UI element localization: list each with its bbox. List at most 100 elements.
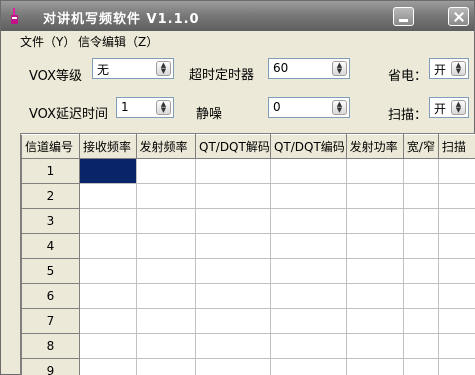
grid-cell[interactable] xyxy=(345,258,404,284)
title-bar[interactable]: 对讲机写频软件 V1.1.0 xyxy=(1,1,474,31)
col-header-tx-power[interactable]: 发射功率 xyxy=(345,134,404,159)
squelch-select[interactable]: 0 ▲ ▼ xyxy=(268,97,350,118)
menu-signaling-edit[interactable]: 信令编辑（Z） xyxy=(78,33,158,50)
grid-cell[interactable] xyxy=(345,183,404,209)
grid-cell[interactable] xyxy=(195,258,271,284)
grid-cell[interactable] xyxy=(437,258,475,284)
row-number[interactable]: 3 xyxy=(21,208,80,234)
grid-cell[interactable] xyxy=(79,183,137,209)
col-header-qt-encode[interactable]: QT/DQT编码 xyxy=(269,134,347,159)
grid-cell[interactable] xyxy=(135,208,196,234)
grid-cell[interactable] xyxy=(269,258,347,284)
grid-cell[interactable] xyxy=(79,283,137,309)
grid-cell[interactable] xyxy=(437,183,475,209)
col-header-scan[interactable]: 扫描 xyxy=(437,134,475,159)
grid-cell[interactable] xyxy=(437,283,475,309)
spin-arrows-icon[interactable]: ▲ ▼ xyxy=(332,61,347,76)
grid-cell[interactable] xyxy=(345,308,404,334)
grid-cell[interactable] xyxy=(195,308,271,334)
grid-cell[interactable] xyxy=(135,333,196,359)
grid-cell[interactable] xyxy=(402,208,439,234)
col-header-bandwidth[interactable]: 宽/窄 xyxy=(402,134,439,159)
grid-cell[interactable] xyxy=(269,333,347,359)
close-button[interactable] xyxy=(448,7,469,26)
grid-cell[interactable] xyxy=(345,358,404,375)
grid-cell[interactable] xyxy=(135,158,196,184)
grid-cell[interactable] xyxy=(402,183,439,209)
spin-arrows-icon[interactable]: ▲ ▼ xyxy=(156,100,171,115)
grid-cell[interactable] xyxy=(437,308,475,334)
row-number[interactable]: 4 xyxy=(21,233,80,259)
menu-file[interactable]: 文件（Y） xyxy=(20,33,75,50)
grid-cell[interactable] xyxy=(402,308,439,334)
grid-cell[interactable] xyxy=(79,233,137,259)
col-header-qt-decode[interactable]: QT/DQT解码 xyxy=(195,134,271,159)
scan-label: 扫描： xyxy=(388,108,428,123)
grid-cell[interactable] xyxy=(402,333,439,359)
power-save-value: 开 xyxy=(434,63,447,77)
grid-cell[interactable] xyxy=(79,208,137,234)
grid-cell[interactable] xyxy=(437,208,475,234)
grid-cell[interactable] xyxy=(437,358,475,375)
row-number[interactable]: 8 xyxy=(21,333,80,359)
grid-cell[interactable] xyxy=(345,233,404,259)
grid-cell[interactable] xyxy=(195,208,271,234)
grid-cell[interactable] xyxy=(195,358,271,375)
vox-delay-select[interactable]: 1 ▲ ▼ xyxy=(116,97,174,118)
grid-cell[interactable] xyxy=(135,233,196,259)
grid-cell[interactable] xyxy=(437,233,475,259)
grid-cell[interactable] xyxy=(269,158,347,184)
grid-cell[interactable] xyxy=(79,158,137,184)
grid-cell[interactable] xyxy=(345,333,404,359)
spin-arrows-icon[interactable]: ▲ ▼ xyxy=(332,100,347,115)
grid-cell[interactable] xyxy=(269,233,347,259)
col-header-channel[interactable]: 信道编号 xyxy=(21,134,80,159)
grid-cell[interactable] xyxy=(79,333,137,359)
row-number[interactable]: 1 xyxy=(21,158,80,184)
grid-cell[interactable] xyxy=(402,158,439,184)
grid-cell[interactable] xyxy=(345,158,404,184)
grid-cell[interactable] xyxy=(437,333,475,359)
grid-cell[interactable] xyxy=(79,358,137,375)
grid-cell[interactable] xyxy=(269,183,347,209)
grid-cell[interactable] xyxy=(269,208,347,234)
power-save-select[interactable]: 开 ▲ ▼ xyxy=(429,58,469,79)
col-header-rx-freq[interactable]: 接收频率 xyxy=(79,134,137,159)
grid-cell[interactable] xyxy=(345,208,404,234)
grid-cell[interactable] xyxy=(135,258,196,284)
row-number[interactable]: 6 xyxy=(21,283,80,309)
spin-arrows-icon[interactable]: ▲ ▼ xyxy=(156,61,171,76)
grid-cell[interactable] xyxy=(79,258,137,284)
grid-cell[interactable] xyxy=(195,183,271,209)
grid-cell[interactable] xyxy=(195,333,271,359)
vox-level-select[interactable]: 无 ▲ ▼ xyxy=(92,58,174,79)
grid-cell[interactable] xyxy=(402,358,439,375)
grid-cell[interactable] xyxy=(437,158,475,184)
grid-cell[interactable] xyxy=(269,283,347,309)
timeout-timer-select[interactable]: 60 ▲ ▼ xyxy=(268,58,350,79)
channel-grid[interactable]: 信道编号 接收频率 发射频率 QT/DQT解码 QT/DQT编码 发射功率 宽/… xyxy=(20,133,475,375)
grid-cell[interactable] xyxy=(135,283,196,309)
scan-select[interactable]: 开 ▲ ▼ xyxy=(429,97,469,118)
grid-cell[interactable] xyxy=(135,183,196,209)
col-header-tx-freq[interactable]: 发射频率 xyxy=(135,134,196,159)
grid-cell[interactable] xyxy=(402,258,439,284)
grid-cell[interactable] xyxy=(269,308,347,334)
grid-cell[interactable] xyxy=(79,308,137,334)
grid-cell[interactable] xyxy=(135,308,196,334)
grid-cell[interactable] xyxy=(269,358,347,375)
spin-arrows-icon[interactable]: ▲ ▼ xyxy=(451,61,466,76)
grid-cell[interactable] xyxy=(135,358,196,375)
grid-cell[interactable] xyxy=(345,283,404,309)
row-number[interactable]: 9 xyxy=(21,358,80,375)
grid-cell[interactable] xyxy=(402,283,439,309)
row-number[interactable]: 2 xyxy=(21,183,80,209)
grid-cell[interactable] xyxy=(195,158,271,184)
grid-cell[interactable] xyxy=(195,233,271,259)
spin-arrows-icon[interactable]: ▲ ▼ xyxy=(451,100,466,115)
minimize-button[interactable] xyxy=(393,7,414,26)
row-number[interactable]: 5 xyxy=(21,258,80,284)
grid-cell[interactable] xyxy=(195,283,271,309)
grid-cell[interactable] xyxy=(402,233,439,259)
row-number[interactable]: 7 xyxy=(21,308,80,334)
